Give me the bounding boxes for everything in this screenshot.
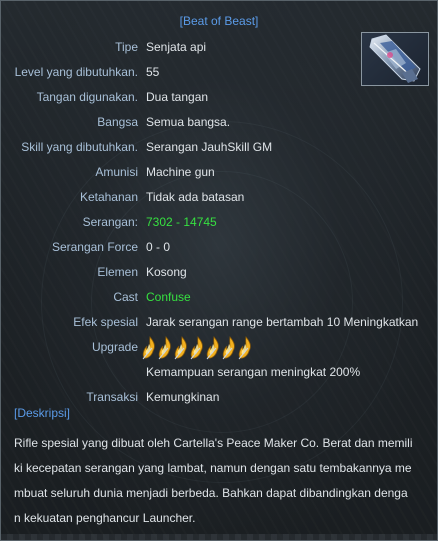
flame-upgrade-icon (206, 336, 219, 360)
flame-upgrade-icon (142, 336, 155, 360)
transaksi-value: Kemungkinan (146, 390, 220, 404)
flame-upgrade-icon (190, 336, 203, 360)
skill-value: Serangan JauhSkill GM (146, 140, 273, 154)
transaksi-label: Transaksi (86, 390, 138, 404)
bottom-border-strip (1, 534, 437, 540)
cast-value: Confuse (146, 290, 191, 304)
flame-upgrade-icon (222, 336, 235, 360)
row-serangan: Serangan: 7302 - 14745 (1, 214, 437, 230)
serangan-label: Serangan: (82, 215, 138, 229)
upgrade-label: Upgrade (91, 340, 138, 354)
row-elemen: Elemen Kosong (1, 264, 437, 280)
row-tangan: Tangan digunakan. Dua tangan (1, 89, 437, 105)
flame-upgrade-icon (158, 336, 171, 360)
ketahanan-label: Ketahanan (79, 190, 138, 204)
bangsa-label: Bangsa (97, 115, 138, 129)
serangan-force-value: 0 - 0 (146, 240, 171, 254)
efek-label: Efek spesial (73, 315, 138, 329)
row-ketahanan: Ketahanan Tidak ada batasan (1, 189, 437, 205)
cast-label: Cast (113, 290, 138, 304)
description-line: ki kecepatan serangan yang lambat, namun… (14, 461, 412, 475)
tangan-label: Tangan digunakan. (36, 90, 138, 104)
item-tooltip: [Beat of Beast] Tipe Senjata api Level y… (0, 0, 438, 541)
serangan-force-label: Serangan Force (51, 240, 138, 254)
elemen-value: Kosong (146, 265, 187, 279)
serangan-value: 7302 - 14745 (146, 215, 217, 229)
description-heading: [Deskripsi] (14, 406, 71, 420)
bangsa-value: Semua bangsa. (146, 115, 231, 129)
tipe-value: Senjata api (146, 40, 207, 54)
flame-upgrade-icon (174, 336, 187, 360)
flame-upgrade-icon (238, 336, 251, 360)
skill-label: Skill yang dibutuhkan. (21, 140, 138, 154)
row-efek-spesial: Efek spesial Jarak serangan range bertam… (1, 314, 437, 330)
row-cast: Cast Confuse (1, 289, 437, 305)
row-transaksi: Transaksi Kemungkinan (1, 389, 437, 405)
description-line: Rifle spesial yang dibuat oleh Cartella'… (14, 436, 413, 450)
tangan-value: Dua tangan (146, 90, 209, 104)
description-line: mbuat seluruh dunia menjadi berbeda. Bah… (14, 486, 408, 500)
row-upgrade: Upgrade (1, 336, 437, 360)
row-tipe: Tipe Senjata api (1, 39, 437, 55)
level-value: 55 (146, 65, 160, 79)
row-skill: Skill yang dibutuhkan. Serangan JauhSkil… (1, 139, 437, 155)
level-label: Level yang dibutuhkan. (14, 65, 138, 79)
ketahanan-value: Tidak ada batasan (146, 190, 245, 204)
description-line: n kekuatan penghancur Launcher. (14, 511, 196, 525)
row-amunisi: Amunisi Machine gun (1, 164, 437, 180)
row-kemampuan: Kemampuan serangan meningkat 200% (1, 364, 437, 380)
kemampuan-value: Kemampuan serangan meningkat 200% (146, 365, 361, 379)
tipe-label: Tipe (115, 40, 138, 54)
row-serangan-force: Serangan Force 0 - 0 (1, 239, 437, 255)
efek-value: Jarak serangan range bertambah 10 Mening… (146, 315, 419, 329)
upgrade-icons (141, 336, 253, 360)
description-text: Rifle spesial yang dibuat oleh Cartella'… (14, 431, 430, 531)
row-bangsa: Bangsa Semua bangsa. (1, 114, 437, 130)
amunisi-label: Amunisi (95, 165, 138, 179)
elemen-label: Elemen (97, 265, 138, 279)
row-level: Level yang dibutuhkan. 55 (1, 64, 437, 80)
item-title: [Beat of Beast] (179, 14, 259, 28)
amunisi-value: Machine gun (146, 165, 215, 179)
